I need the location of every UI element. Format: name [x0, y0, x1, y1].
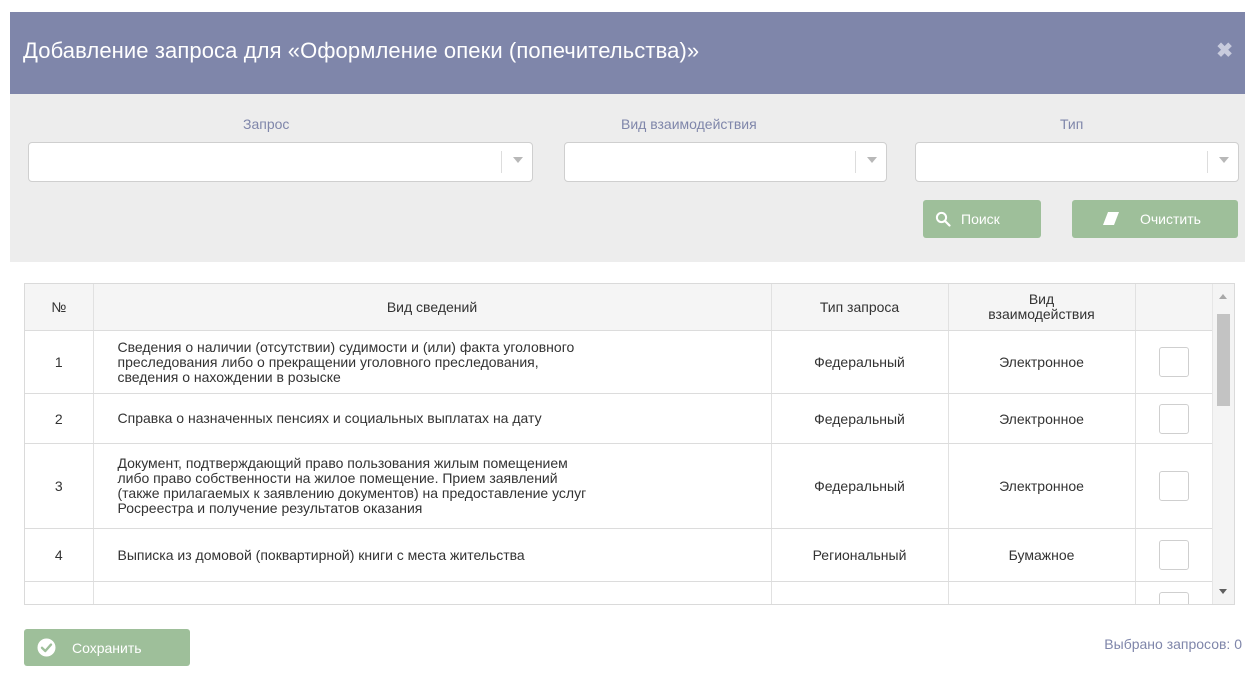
row-kind-line: сведения о нахождении в розыске: [117, 368, 341, 385]
row-kind: Сведения о наличии (отсутствии) судимост…: [93, 330, 772, 394]
requests-table: № Вид сведений Тип запроса Вид взаимодей…: [24, 283, 1235, 605]
row-kind-line: (также прилагаемых к заявлению документо…: [117, 485, 587, 501]
column-header-interaction: Вид взаимодействия: [948, 284, 1136, 331]
row-number: 1: [25, 330, 94, 394]
search-icon: [935, 211, 951, 227]
row-checkbox[interactable]: [1159, 471, 1189, 501]
row-interaction: Электронное: [948, 330, 1136, 394]
row-checkbox[interactable]: [1159, 540, 1189, 570]
clear-button[interactable]: Очистить: [1072, 200, 1238, 238]
save-button[interactable]: Сохранить: [24, 629, 190, 666]
row-kind: Документ, подтверждающий право пользован…: [93, 443, 772, 529]
row-request-type: Федеральный: [771, 443, 949, 529]
table-scrollbar[interactable]: [1212, 284, 1234, 604]
column-header-request-type: Тип запроса: [771, 284, 949, 331]
type-select[interactable]: [915, 142, 1239, 182]
row-number: 4: [25, 528, 94, 582]
row-interaction: Бумажное: [948, 528, 1136, 582]
row-kind-line: Сведения о наличии (отсутствии) судимост…: [117, 338, 575, 355]
table-row: 2 Справка о назначенных пенсиях и социал…: [25, 393, 1214, 444]
dialog-header: Добавление запроса для «Оформление опеки…: [10, 12, 1245, 94]
interaction-select[interactable]: [564, 142, 887, 182]
chevron-down-icon[interactable]: [1219, 157, 1229, 163]
table-row-partial: [25, 581, 1214, 604]
row-request-type: Федеральный: [771, 330, 949, 394]
table-header-row: № Вид сведений Тип запроса Вид взаимодей…: [25, 284, 1214, 331]
chevron-down-icon[interactable]: [513, 157, 523, 163]
column-header-select: [1135, 284, 1214, 331]
scroll-down-icon[interactable]: [1219, 589, 1227, 594]
row-interaction: Электронное: [948, 393, 1136, 444]
column-header-interaction-line1: Вид: [1028, 291, 1055, 307]
table-row: 4 Выписка из домовой (поквартирной) книг…: [25, 528, 1214, 582]
scrollbar-thumb[interactable]: [1217, 314, 1230, 406]
chevron-down-icon[interactable]: [867, 157, 877, 163]
scroll-up-icon[interactable]: [1219, 294, 1227, 299]
row-kind-line: либо право собственности на жилое помеще…: [117, 470, 558, 486]
table-row: 3 Документ, подтверждающий право пользов…: [25, 443, 1214, 529]
type-filter-label: Тип: [1060, 116, 1084, 132]
row-checkbox[interactable]: [1159, 592, 1189, 604]
save-button-label: Сохранить: [72, 639, 142, 656]
row-kind: Справка о назначенных пенсиях и социальн…: [93, 393, 772, 444]
close-icon[interactable]: ✖: [1216, 41, 1233, 61]
check-circle-icon: [37, 638, 56, 657]
selected-count: Выбрано запросов: 0: [1104, 636, 1242, 652]
add-request-dialog: Добавление запроса для «Оформление опеки…: [10, 12, 1245, 674]
filter-panel: Запрос Вид взаимодействия Тип Поиск Очис…: [10, 94, 1245, 262]
clear-button-label: Очистить: [1140, 211, 1201, 227]
row-number: 2: [25, 393, 94, 444]
row-request-type: Региональный: [771, 528, 949, 582]
row-kind-line: Выписка из домовой (поквартирной) книги …: [117, 546, 525, 563]
table-row: 1 Сведения о наличии (отсутствии) судимо…: [25, 330, 1214, 394]
column-header-num: №: [25, 284, 94, 331]
row-request-type: Федеральный: [771, 393, 949, 444]
row-kind: Выписка из домовой (поквартирной) книги …: [93, 528, 772, 582]
request-filter-label: Запрос: [243, 116, 290, 132]
row-number: 3: [25, 443, 94, 529]
interaction-filter-label: Вид взаимодействия: [621, 116, 757, 132]
search-button-label: Поиск: [961, 211, 1000, 227]
row-kind-line: Документ, подтверждающий право пользован…: [117, 455, 568, 471]
row-interaction: Электронное: [948, 443, 1136, 529]
row-checkbox[interactable]: [1159, 347, 1189, 377]
eraser-icon: [1102, 211, 1120, 227]
row-kind-line: преследования либо о прекращении уголовн…: [117, 353, 539, 370]
row-checkbox[interactable]: [1159, 403, 1189, 434]
request-select[interactable]: [28, 142, 533, 182]
column-header-interaction-line2: взаимодействия: [988, 306, 1095, 322]
dialog-title: Добавление запроса для «Оформление опеки…: [23, 38, 700, 63]
search-button[interactable]: Поиск: [923, 200, 1041, 238]
column-header-kind: Вид сведений: [93, 284, 772, 331]
row-kind-line: Росреестра и получение результатов оказа…: [117, 500, 423, 516]
row-kind-line: Справка о назначенных пенсиях и социальн…: [117, 410, 542, 426]
